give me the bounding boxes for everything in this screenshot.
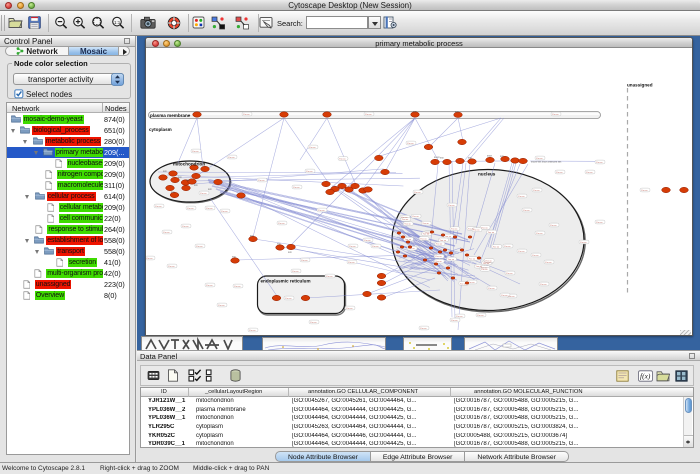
svg-text:f(x): f(x) (640, 372, 651, 381)
svg-text:Yxx xx: Yxx xx (407, 143, 414, 145)
svg-text:Yxx xx: Yxx xx (339, 158, 346, 160)
svg-text:Yxx xx: Yxx xx (483, 263, 490, 265)
svg-text:Yxx xx: Yxx xx (221, 211, 228, 213)
svg-text:Yxx xx: Yxx xx (278, 223, 285, 225)
svg-text:Yxx xx: Yxx xx (306, 171, 313, 173)
svg-text:Yxx xx: Yxx xx (285, 298, 292, 300)
svg-text:Yxx xx: Yxx xx (448, 259, 455, 261)
svg-text:Yxx xx: Yxx xx (146, 258, 153, 260)
svg-text:Yxx xx: Yxx xx (163, 232, 170, 234)
svg-text:Yxx xx: Yxx xx (402, 219, 409, 221)
svg-text:Yxx xx: Yxx xx (533, 190, 540, 192)
svg-text:Yxx xx: Yxx xx (309, 147, 316, 149)
svg-text:Yxx xx: Yxx xx (504, 246, 511, 248)
svg-text:Yxx xx: Yxx xx (192, 151, 199, 153)
svg-text:Yxx xx: Yxx xx (228, 157, 235, 159)
svg-text:Yxx xx: Yxx xx (485, 260, 492, 262)
svg-text:Yxx xx: Yxx xx (414, 192, 421, 194)
svg-text:Yxx xx: Yxx xx (243, 114, 250, 116)
svg-text:Yxx xx: Yxx xx (182, 226, 189, 228)
svg-text:Yxx xx: Yxx xx (187, 208, 194, 210)
svg-text:endoplasmic reticulum: endoplasmic reticulum (261, 279, 311, 284)
svg-text:xxx: xxx (440, 157, 444, 160)
svg-text:plasma membrane: plasma membrane (150, 113, 191, 118)
svg-text:Yxx xx: Yxx xx (506, 273, 513, 275)
svg-text:Yxx xx: Yxx xx (326, 276, 333, 278)
svg-text:cytoplasm: cytoplasm (149, 127, 172, 132)
svg-text:Yxx xx: Yxx xx (481, 269, 488, 271)
svg-text:Yxx xx: Yxx xx (445, 236, 452, 238)
svg-text:Yxx xx: Yxx xx (293, 187, 300, 189)
svg-text:Yxx xx: Yxx xx (596, 162, 603, 164)
svg-text:Yxx xx: Yxx xx (365, 114, 372, 116)
svg-text:Yxx xx: Yxx xx (234, 286, 241, 288)
svg-text:Yxx xx: Yxx xx (501, 295, 508, 297)
svg-text:Yxx xx: Yxx xx (196, 246, 203, 248)
svg-text:xxx: xxx (288, 251, 292, 254)
svg-text:Yxx xx: Yxx xx (364, 240, 371, 242)
svg-text:Yxx xx: Yxx xx (493, 246, 500, 248)
svg-text:Yxx xx: Yxx xx (155, 206, 162, 208)
svg-text:Yxx xx: Yxx xx (346, 308, 353, 310)
svg-text:Yxx xx: Yxx xx (301, 260, 308, 262)
svg-text:Yxx xx: Yxx xx (404, 224, 411, 226)
svg-text:Yxx xx: Yxx xx (218, 305, 225, 307)
svg-text:Yxx xx: Yxx xx (423, 234, 430, 236)
svg-text:Yxx xx: Yxx xx (200, 193, 207, 195)
svg-text:Yxx xx: Yxx xx (372, 246, 379, 248)
svg-text:Yxx xx: Yxx xx (420, 328, 427, 330)
svg-text:unassigned: unassigned (627, 83, 653, 88)
svg-text:Yxx xx: Yxx xx (420, 238, 427, 240)
svg-text:Yxx xx: Yxx xx (552, 114, 559, 116)
svg-text:Yxx xx: Yxx xx (456, 316, 463, 318)
svg-text:1:1: 1:1 (114, 20, 121, 25)
svg-text:Yxx xx: Yxx xx (206, 285, 213, 287)
svg-text:Yxx xx: Yxx xx (641, 190, 648, 192)
svg-text:Yxx xx: Yxx xx (477, 315, 484, 317)
svg-text:Yxx xx: Yxx xx (448, 205, 455, 207)
svg-text:Yxx xx: Yxx xx (292, 271, 299, 273)
svg-text:Yxx xx: Yxx xx (532, 255, 539, 257)
svg-text:Yxx xx: Yxx xx (586, 172, 593, 174)
svg-text:Yxx xx: Yxx xx (523, 210, 530, 212)
svg-text:Yxx xx: Yxx xx (596, 222, 603, 224)
svg-text:Yxx xx: Yxx xx (436, 244, 443, 246)
svg-text:mitochondrion: mitochondrion (173, 162, 205, 167)
svg-text:Yxx xx: Yxx xx (518, 196, 525, 198)
svg-text:Yxx xx: Yxx xx (249, 330, 256, 332)
svg-text:xxxxx-xxx xxxx xxxxxxxx xxx: xxxxx-xxx xxxx xxxxxxxx xxx (531, 161, 562, 164)
svg-text:Yxx xx: Yxx xx (540, 284, 547, 286)
svg-text:Yxx xx: Yxx xx (168, 266, 175, 268)
svg-text:Yxx xx: Yxx xx (349, 246, 356, 248)
svg-text:Yxx xx: Yxx xx (408, 248, 415, 250)
svg-text:Yxx xx: Yxx xx (556, 172, 563, 174)
svg-text:Yxx xx: Yxx xx (206, 208, 213, 210)
svg-text:Yxx xx: Yxx xx (440, 240, 447, 242)
svg-text:Yxx xx: Yxx xx (481, 227, 488, 229)
svg-text:nucleus: nucleus (478, 172, 496, 177)
svg-text:Yxx xx: Yxx xx (580, 242, 587, 244)
svg-text:xxxx: xxxx (487, 155, 493, 158)
svg-text:Yxx xx: Yxx xx (518, 251, 525, 253)
svg-text:Yxx xx: Yxx xx (508, 296, 515, 298)
svg-text:Yxx xx: Yxx xx (469, 259, 476, 261)
svg-text:Yxx xx: Yxx xx (412, 216, 419, 218)
svg-text:Yxx xx: Yxx xx (435, 256, 442, 258)
svg-text:Yxx xx: Yxx xx (550, 225, 557, 227)
svg-text:Yxx xx: Yxx xx (348, 262, 355, 264)
svg-text:Yxx xx: Yxx xx (536, 233, 543, 235)
svg-text:Yxx xx: Yxx xx (422, 223, 429, 225)
svg-text:Yxx xx: Yxx xx (451, 229, 458, 231)
svg-text:Yxx xx: Yxx xx (451, 320, 458, 322)
svg-text:Yxx xx: Yxx xx (310, 322, 317, 324)
svg-text:Yxx xx: Yxx xx (545, 262, 552, 264)
svg-text:Yxx xx: Yxx xx (318, 210, 325, 212)
svg-text:Yxx xx: Yxx xx (473, 230, 480, 232)
svg-text:Yxx xx: Yxx xx (488, 288, 495, 290)
svg-text:Yxx xx: Yxx xx (258, 180, 265, 182)
svg-text:Yxx xx: Yxx xx (488, 232, 495, 234)
